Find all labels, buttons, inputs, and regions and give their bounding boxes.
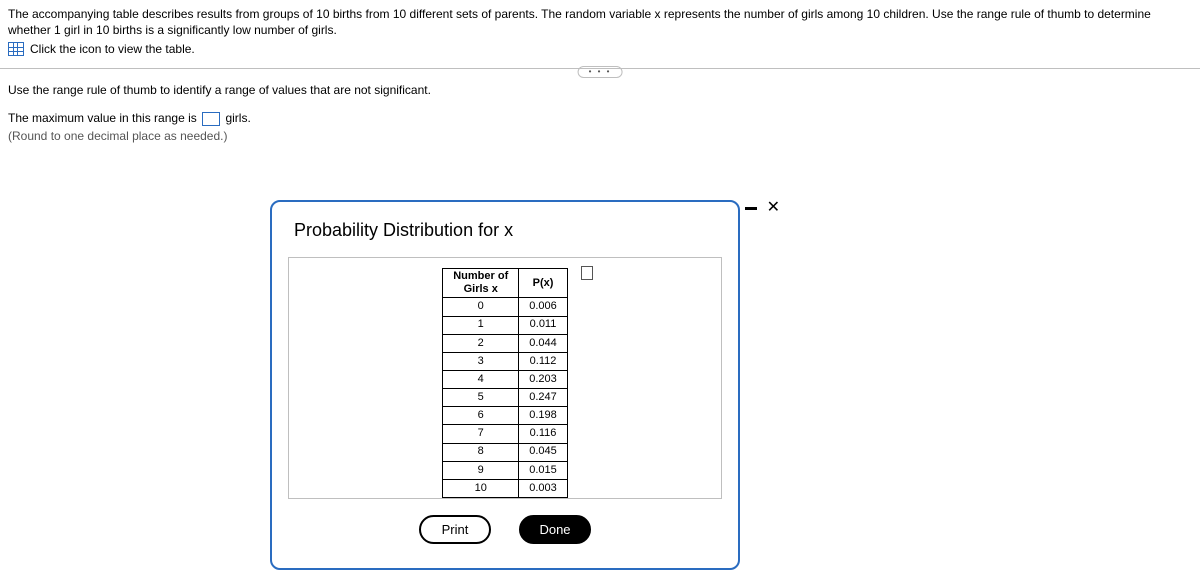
probability-modal: ✕ Probability Distribution for x Number … xyxy=(270,200,740,570)
table-row: 80.045 xyxy=(443,443,568,461)
problem-description: The accompanying table describes results… xyxy=(0,0,1200,38)
view-table-label: Click the icon to view the table. xyxy=(30,42,195,56)
rounding-hint: (Round to one decimal place as needed.) xyxy=(8,127,1192,145)
print-button[interactable]: Print xyxy=(419,515,491,544)
table-row: 50.247 xyxy=(443,389,568,407)
table-row: 20.044 xyxy=(443,334,568,352)
view-table-row: Click the icon to view the table. xyxy=(0,38,1200,62)
table-header-x: Number ofGirls x xyxy=(443,269,519,298)
answer-line: The maximum value in this range is girls… xyxy=(8,109,1192,127)
answer-prefix: The maximum value in this range is xyxy=(8,111,197,125)
table-row: 40.203 xyxy=(443,370,568,388)
table-row: 00.006 xyxy=(443,298,568,316)
overflow-dots[interactable]: • • • xyxy=(578,66,623,78)
table-row: 90.015 xyxy=(443,461,568,479)
table-row: 100.003 xyxy=(443,479,568,497)
modal-button-row: Print Done xyxy=(288,515,722,544)
table-row: 30.112 xyxy=(443,352,568,370)
close-icon[interactable]: ✕ xyxy=(767,200,780,216)
table-header-p: P(x) xyxy=(519,269,568,298)
minimize-icon[interactable] xyxy=(745,207,757,210)
table-panel: Number ofGirls x P(x) 00.006 10.011 20.0… xyxy=(288,257,722,499)
modal-title: Probability Distribution for x xyxy=(294,220,722,241)
table-row: 10.011 xyxy=(443,316,568,334)
done-button[interactable]: Done xyxy=(519,515,591,544)
table-icon[interactable] xyxy=(8,42,24,56)
copy-icon[interactable] xyxy=(581,266,593,280)
table-row: 70.116 xyxy=(443,425,568,443)
table-row: 60.198 xyxy=(443,407,568,425)
distribution-table: Number ofGirls x P(x) 00.006 10.011 20.0… xyxy=(442,268,568,498)
answer-input[interactable] xyxy=(202,112,220,126)
instruction-text: Use the range rule of thumb to identify … xyxy=(8,81,1192,99)
answer-suffix: girls. xyxy=(225,111,250,125)
